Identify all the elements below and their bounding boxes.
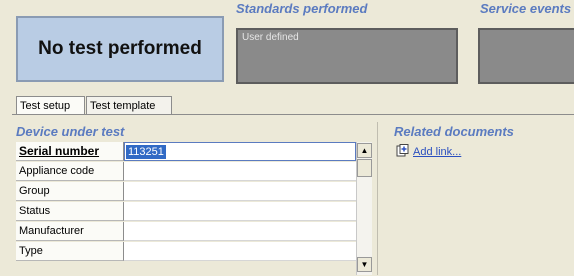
field-row-status[interactable]: Status bbox=[16, 202, 356, 222]
arrow-up-icon[interactable]: ▲ bbox=[357, 143, 372, 158]
test-status-text: No test performed bbox=[38, 38, 202, 59]
arrow-down-icon[interactable]: ▼ bbox=[357, 257, 372, 272]
manufacturer-input[interactable] bbox=[124, 222, 356, 241]
field-label: Group bbox=[16, 182, 124, 201]
standards-performed-list[interactable]: User defined bbox=[236, 28, 458, 84]
tab-test-template[interactable]: Test template bbox=[86, 96, 172, 114]
field-row-serial-number[interactable]: Serial number 113251 bbox=[16, 142, 356, 162]
device-fields-grid: Serial number 113251 Appliance code Grou… bbox=[16, 142, 372, 275]
panel-divider bbox=[377, 122, 378, 275]
field-row-group[interactable]: Group bbox=[16, 182, 356, 202]
serial-number-value[interactable]: 113251 bbox=[126, 145, 166, 159]
fields-scrollbar[interactable]: ▲ ▼ bbox=[356, 142, 372, 275]
scrollbar-thumb[interactable] bbox=[357, 159, 372, 177]
field-label: Serial number bbox=[16, 142, 124, 161]
device-under-test-title: Device under test bbox=[16, 124, 125, 139]
field-label: Appliance code bbox=[16, 162, 124, 181]
tab-test-setup[interactable]: Test setup bbox=[16, 96, 85, 114]
field-label: Status bbox=[16, 202, 124, 221]
type-input[interactable] bbox=[124, 242, 356, 261]
group-input[interactable] bbox=[124, 182, 356, 201]
field-row-type[interactable]: Type bbox=[16, 242, 356, 262]
service-events-title: Service events bbox=[480, 1, 572, 16]
field-label: Type bbox=[16, 242, 124, 261]
field-label: Manufacturer bbox=[16, 222, 124, 241]
status-input[interactable] bbox=[124, 202, 356, 221]
standards-performed-title: Standards performed bbox=[236, 1, 368, 16]
serial-number-input[interactable]: 113251 bbox=[124, 142, 356, 161]
add-link-icon[interactable] bbox=[396, 144, 409, 160]
standards-item[interactable]: User defined bbox=[242, 32, 299, 43]
appliance-code-input[interactable] bbox=[124, 162, 356, 181]
service-events-list[interactable] bbox=[478, 28, 574, 84]
field-row-appliance-code[interactable]: Appliance code bbox=[16, 162, 356, 182]
test-status-box: No test performed bbox=[16, 16, 224, 82]
related-documents-title: Related documents bbox=[394, 124, 514, 139]
add-link-button[interactable]: Add link... bbox=[396, 144, 461, 160]
field-row-manufacturer[interactable]: Manufacturer bbox=[16, 222, 356, 242]
add-link-label[interactable]: Add link... bbox=[413, 146, 461, 158]
